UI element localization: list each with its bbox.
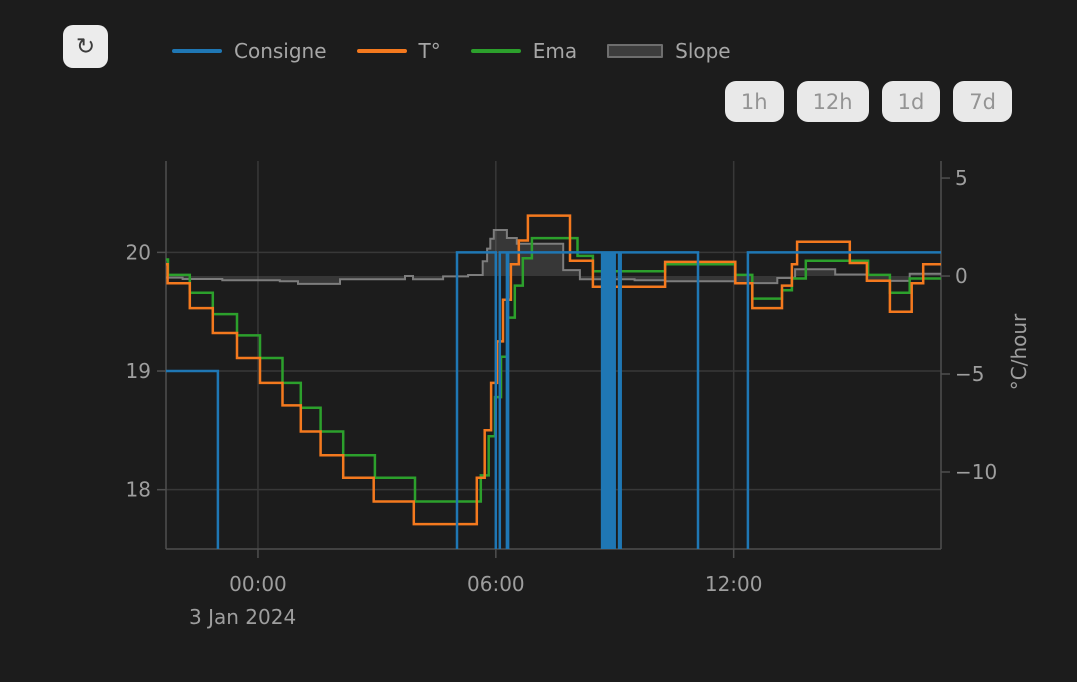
range-button-1h[interactable]: 1h — [725, 81, 784, 122]
slope-axis-label: 0 — [955, 264, 968, 288]
series-consigne — [166, 252, 941, 608]
slope-axis-label: 5 — [955, 166, 968, 190]
range-button-7d[interactable]: 7d — [953, 81, 1012, 122]
chart-legend: Consigne T° Ema Slope — [172, 39, 731, 63]
slope-axis-title: °C/hour — [1007, 313, 1031, 390]
x-axis-date-label: 3 Jan 2024 — [189, 605, 296, 629]
legend-label-temperature: T° — [419, 39, 441, 63]
legend-label-consigne: Consigne — [234, 39, 327, 63]
legend-line-sample-temperature — [357, 49, 407, 53]
legend-item-slope[interactable]: Slope — [607, 39, 731, 63]
temp-axis-label: 18 — [126, 478, 151, 502]
range-buttons: 1h 12h 1d 7d — [725, 81, 1012, 122]
legend-label-slope: Slope — [675, 39, 731, 63]
x-axis-label: 00:00 — [229, 572, 287, 596]
legend-line-sample-ema — [471, 49, 521, 53]
x-axis-label: 06:00 — [467, 572, 525, 596]
legend-item-ema[interactable]: Ema — [471, 39, 577, 63]
range-button-1d[interactable]: 1d — [882, 81, 941, 122]
range-button-12h[interactable]: 12h — [797, 81, 869, 122]
legend-item-temperature[interactable]: T° — [357, 39, 441, 63]
legend-box-sample-slope — [607, 44, 663, 58]
refresh-icon: ↻ — [76, 35, 95, 58]
legend-line-sample-consigne — [172, 49, 222, 53]
temp-axis-label: 20 — [126, 240, 151, 264]
plotly-graph-card: 20 19 18 5 0 −5 −10 °C/hour 00:00 06:00 12:00 3 Jan… — [0, 0, 1077, 682]
legend-label-ema: Ema — [533, 39, 577, 63]
temp-axis-label: 19 — [126, 359, 151, 383]
x-axis-label: 12:00 — [705, 572, 763, 596]
refresh-button[interactable]: ↻ — [63, 25, 108, 68]
legend-item-consigne[interactable]: Consigne — [172, 39, 327, 63]
slope-axis-label: −10 — [955, 460, 997, 484]
slope-axis-label: −5 — [955, 362, 984, 386]
